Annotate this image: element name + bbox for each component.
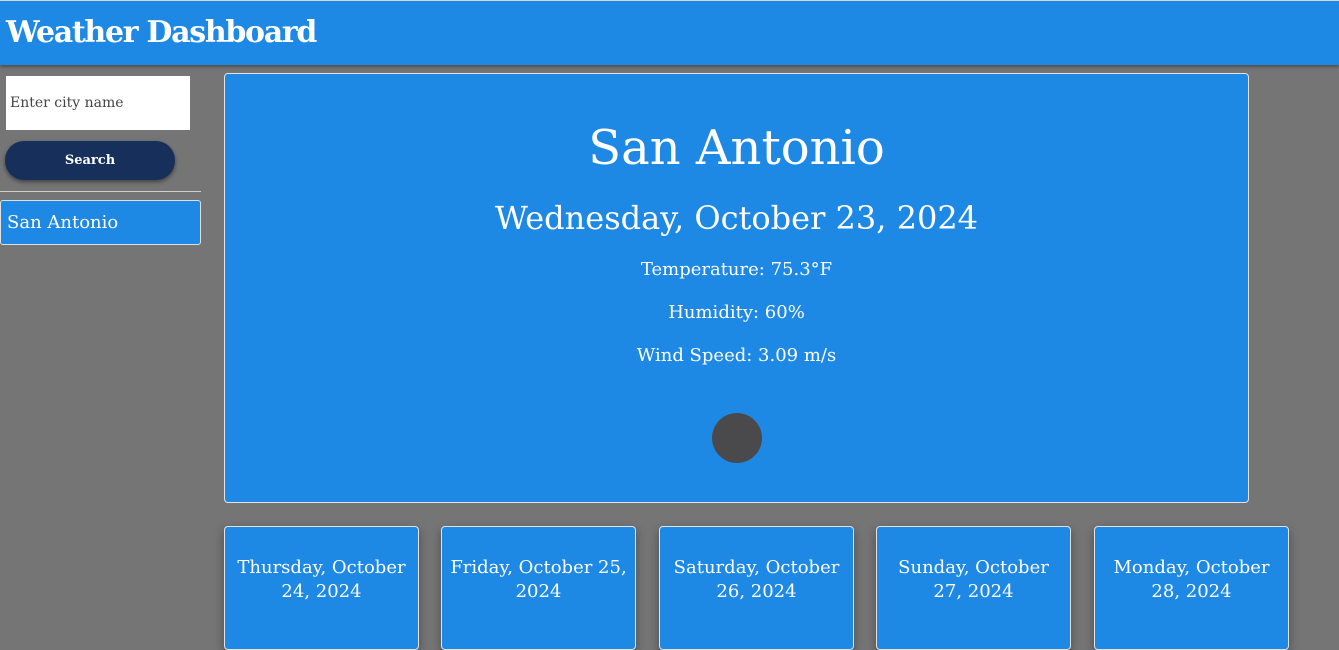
current-weather-card: San Antonio Wednesday, October 23, 2024 …	[224, 73, 1249, 503]
city-search-input[interactable]	[6, 76, 190, 130]
weather-icon	[712, 413, 762, 463]
current-date: Wednesday, October 23, 2024	[494, 199, 979, 237]
forecast-card: Thursday, October 24, 2024	[224, 526, 419, 650]
history-item-san-antonio[interactable]: San Antonio	[0, 200, 201, 245]
search-button[interactable]: Search	[5, 141, 175, 180]
forecast-card: Saturday, October 26, 2024	[659, 526, 854, 650]
search-history-list: San Antonio	[0, 200, 201, 245]
forecast-date: Monday, October 28, 2024	[1113, 557, 1270, 602]
app-title: Weather Dashboard	[6, 15, 317, 50]
forecast-card: Sunday, October 27, 2024	[876, 526, 1071, 650]
app-header: Weather Dashboard	[0, 0, 1339, 65]
city-name: San Antonio	[588, 120, 885, 176]
temperature-text: Temperature: 75.3°F	[640, 259, 833, 280]
wind-speed-text: Wind Speed: 3.09 m/s	[636, 345, 837, 366]
forecast-card: Friday, October 25, 2024	[441, 526, 636, 650]
forecast-card: Monday, October 28, 2024	[1094, 526, 1289, 650]
forecast-date: Saturday, October 26, 2024	[673, 557, 840, 602]
sidebar-divider	[0, 191, 201, 192]
forecast-date: Sunday, October 27, 2024	[898, 557, 1049, 602]
humidity-text: Humidity: 60%	[668, 302, 805, 323]
forecast-date: Friday, October 25, 2024	[450, 557, 627, 602]
forecast-date: Thursday, October 24, 2024	[237, 557, 406, 602]
